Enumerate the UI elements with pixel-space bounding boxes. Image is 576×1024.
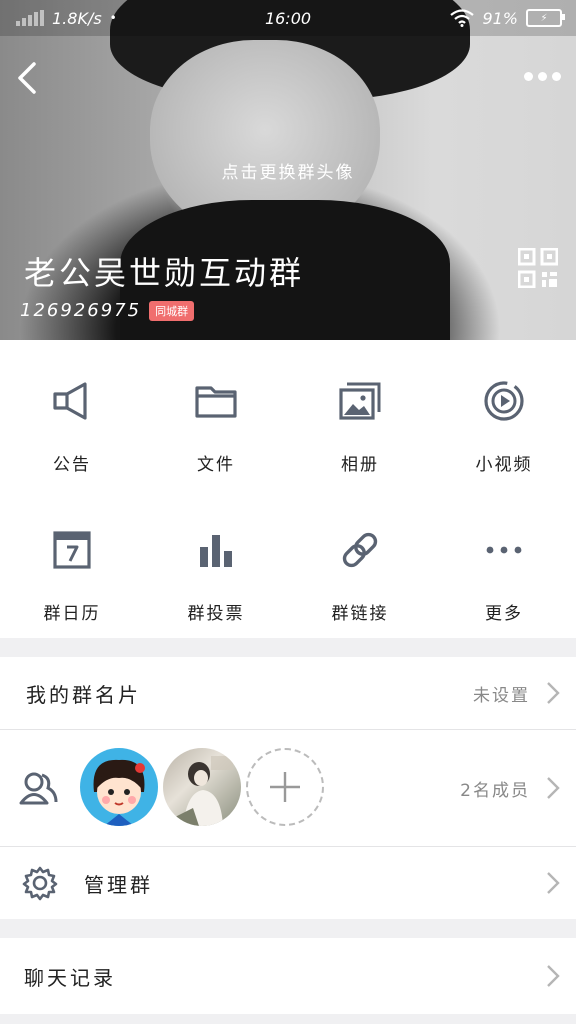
function-label: 群日历 [43,604,101,624]
function-grid: 公告 文件 相册 小视频 群日历 群投票 群链接 更多 [0,340,576,638]
function-label: 文件 [197,455,235,475]
members-row[interactable]: 2名成员 [0,730,576,846]
local-group-badge: 同城群 [149,300,195,321]
cartoon-girl-icon [93,759,145,826]
more-options-icon[interactable] [520,64,564,88]
function-label: 相册 [341,455,379,475]
folder-icon [195,386,237,418]
gear-icon [22,866,58,901]
function-album[interactable]: 相册 [288,340,432,489]
change-avatar-hint[interactable]: 点击更换群头像 [0,158,576,183]
chevron-right-icon [547,777,560,799]
function-more[interactable]: 更多 [432,489,576,638]
battery-percent: 91% [482,8,518,28]
my-group-card-value: 未设置 [473,685,530,706]
add-member-button[interactable] [246,748,324,826]
function-vote[interactable]: 群投票 [144,489,288,638]
manage-group-row[interactable]: 管理群 [0,847,576,919]
function-label: 更多 [485,604,523,624]
function-link[interactable]: 群链接 [288,489,432,638]
function-calendar[interactable]: 群日历 [0,489,144,638]
chat-history-row[interactable]: 聊天记录 [0,938,576,1014]
manage-group-title: 管理群 [84,872,153,897]
function-label: 公告 [53,455,91,475]
group-name: 老公吴世勋互动群 [24,254,305,292]
member-count: 2名成员 [460,780,530,801]
signal-icon [16,10,44,26]
my-group-card-row[interactable]: 我的群名片 未设置 [0,657,576,729]
usb-icon: • [109,11,117,25]
function-announcement[interactable]: 公告 [0,340,144,489]
my-group-card-title: 我的群名片 [26,682,141,707]
plus-icon [270,772,300,802]
chevron-right-icon [547,872,560,894]
chevron-right-icon [547,682,560,704]
wifi-icon [450,9,475,27]
member-photo-icon [171,756,233,826]
qr-code-icon[interactable] [518,248,558,288]
function-label: 群投票 [187,604,245,624]
member-avatar-cartoon[interactable] [80,748,158,826]
function-short-video[interactable]: 小视频 [432,340,576,489]
calendar-icon [53,531,91,569]
battery-icon: ⚡ [526,9,565,27]
megaphone-icon [53,382,87,420]
photo-album-icon [339,382,381,420]
status-bar: 1.8K/s • 16:00 91% ⚡ [0,0,576,36]
net-speed: 1.8K/s [52,8,102,28]
function-label: 群链接 [331,604,389,624]
member-avatar-photo[interactable] [163,748,241,826]
chat-history-title: 聊天记录 [24,965,116,990]
function-files[interactable]: 文件 [144,340,288,489]
group-id: 126926975 [20,300,142,321]
back-icon[interactable] [10,56,50,100]
members-icon [19,772,58,805]
bar-chart-icon [200,535,232,567]
function-label: 小视频 [475,455,533,475]
more-dots-icon [486,546,522,554]
video-icon [484,381,524,421]
link-icon [342,532,378,568]
chevron-right-icon [547,965,560,987]
group-header-cover[interactable]: 1.8K/s • 16:00 91% ⚡ 点击更换群头像 老公吴世勋互动群 12… [0,0,576,340]
